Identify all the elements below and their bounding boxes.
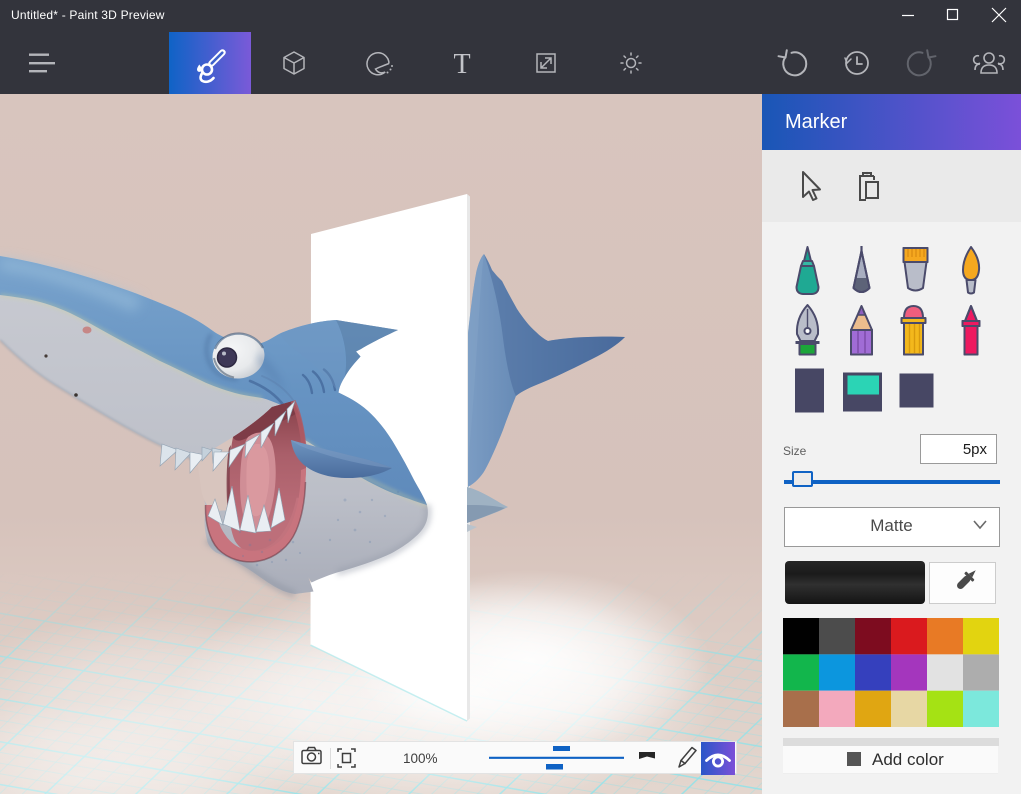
svg-text:100%: 100% (403, 751, 438, 766)
svg-text:T: T (453, 49, 470, 80)
